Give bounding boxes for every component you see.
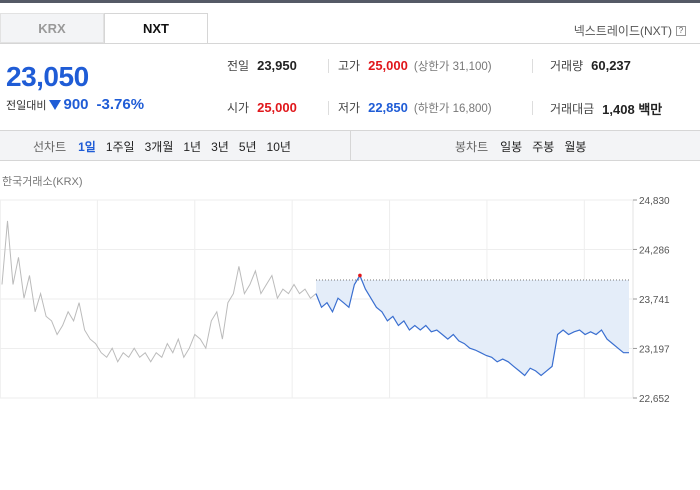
price-chart: 24,830 24,286 23,741 23,197 22,652 [0, 196, 670, 403]
period-5y[interactable]: 5년 [239, 138, 257, 155]
tab-krx[interactable]: KRX [0, 13, 104, 43]
change-amount: 900 [63, 96, 89, 113]
period-1y[interactable]: 1년 [183, 138, 201, 155]
period-1d[interactable]: 1일 [78, 138, 96, 155]
stat-high: 고가 25,000 (상한가 31,100) [338, 57, 492, 74]
stat-open-label: 시가 [227, 101, 250, 115]
change-label: 전일대비 [6, 99, 47, 112]
stat-prev-label: 전일 [227, 59, 250, 73]
current-price: 23,050 [6, 61, 89, 92]
stat-volume-value: 60,237 [591, 58, 631, 73]
stat-amount-label: 거래대금 [550, 102, 595, 116]
price-change: 전일대비 900 -3.76% [6, 96, 144, 113]
stat-open: 시가 25,000 [227, 99, 297, 116]
stat-volume-label: 거래량 [550, 59, 584, 73]
stat-low-label: 저가 [338, 101, 361, 115]
line-chart-options: 선차트 1일 1주일 3개월 1년 3년 5년 10년 [33, 131, 301, 161]
stat-prev-value: 23,950 [257, 58, 297, 73]
change-percent: -3.76% [96, 96, 145, 113]
divider [0, 43, 700, 44]
y-tick-label: 24,286 [639, 245, 670, 256]
candle-chart-title: 봉차트 [455, 139, 489, 154]
source-label: 넥스트레이드(NXT) ? [574, 22, 686, 39]
divider [532, 101, 533, 115]
series-area [316, 275, 629, 376]
candle-weekly[interactable]: 주봉 [532, 138, 554, 155]
price-stats: 전일 23,950 고가 25,000 (상한가 31,100) 거래량 60,… [210, 45, 700, 131]
candle-monthly[interactable]: 월봉 [564, 138, 586, 155]
stat-amount: 거래대금 1,408 백만 [550, 99, 662, 118]
period-3m[interactable]: 3개월 [145, 138, 174, 155]
candle-chart-options: 봉차트 일봉 주봉 월봉 [455, 131, 596, 161]
divider [328, 101, 329, 115]
stat-low-value: 22,850 [368, 100, 408, 115]
divider [328, 59, 329, 73]
series-line-krx [1, 220, 317, 363]
stat-volume: 거래량 60,237 [550, 57, 631, 74]
period-1w[interactable]: 1주일 [106, 138, 135, 155]
period-3y[interactable]: 3년 [211, 138, 229, 155]
high-marker [358, 273, 362, 278]
y-tick-label: 22,652 [639, 394, 670, 403]
stat-low: 저가 22,850 (하한가 16,800) [338, 99, 492, 116]
stat-low-limit: (하한가 16,800) [413, 102, 492, 115]
period-10y[interactable]: 10년 [267, 138, 291, 155]
y-tick-label: 23,741 [639, 295, 670, 306]
tab-nxt[interactable]: NXT [104, 13, 208, 43]
help-icon[interactable]: ? [676, 25, 686, 36]
y-tick-label: 24,830 [639, 196, 670, 207]
divider [350, 131, 351, 161]
chart-source-label: 한국거래소(KRX) [2, 176, 83, 188]
stat-amount-value: 1,408 백만 [602, 102, 663, 117]
candle-daily[interactable]: 일봉 [500, 138, 522, 155]
down-arrow-icon [49, 99, 62, 110]
stat-high-label: 고가 [338, 59, 361, 73]
stat-open-value: 25,000 [257, 100, 297, 115]
stat-high-value: 25,000 [368, 58, 408, 73]
market-tabs: KRX NXT 넥스트레이드(NXT) ? [0, 3, 700, 43]
y-tick-label: 23,197 [639, 344, 670, 355]
line-chart-title: 선차트 [33, 139, 67, 154]
stat-prev: 전일 23,950 [227, 57, 297, 74]
stat-high-limit: (상한가 31,100) [413, 60, 492, 73]
source-text: 넥스트레이드(NXT) [573, 24, 672, 38]
divider [532, 59, 533, 73]
